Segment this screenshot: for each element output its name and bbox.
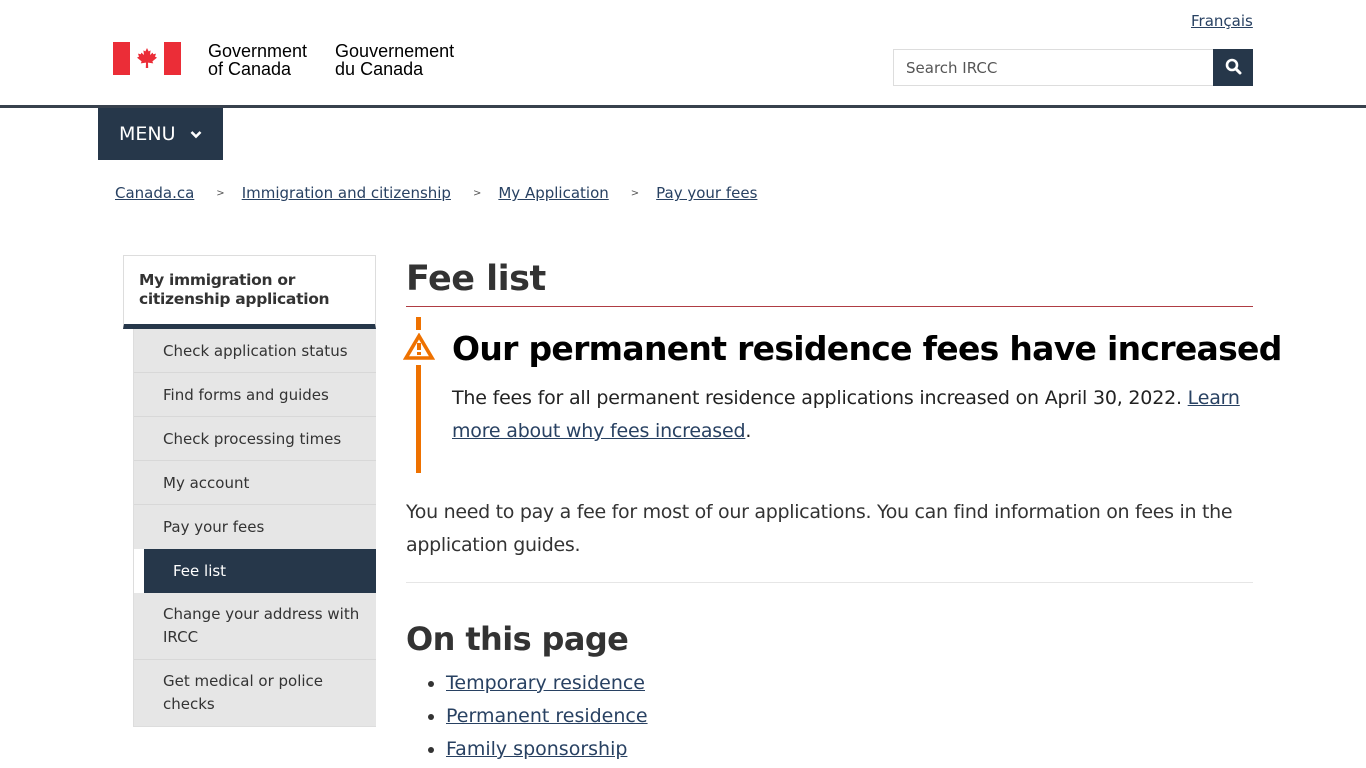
sidebar-item-check-status[interactable]: Check application status [134,329,376,373]
chevron-down-icon [190,130,202,139]
sidebar-item-my-account[interactable]: My account [134,461,376,505]
warning-alert: Our permanent residence fees have increa… [402,317,1282,473]
breadcrumb-pay-fees[interactable]: Pay your fees [656,184,757,202]
site-header: Government of Canada Gouvernement du Can… [0,0,1366,108]
sidebar-item-change-address[interactable]: Change your address with IRCC [134,593,376,660]
goc-logo[interactable]: Government of Canada Gouvernement du Can… [113,42,454,78]
alert-border-top [416,317,421,330]
breadcrumb-separator: > [216,187,225,199]
search-input[interactable] [893,49,1213,86]
section-menu-heading[interactable]: My immigration or citizenship applicatio… [123,255,376,329]
sidebar-item-fee-list[interactable]: Fee list [144,549,376,593]
list-item: Family sponsorship [446,733,1253,766]
warning-icon [402,332,436,365]
on-this-page-list: Temporary residence Permanent residence … [446,667,1253,766]
breadcrumb-canada[interactable]: Canada.ca [115,184,194,202]
wordmark-french: Gouvernement du Canada [335,42,454,78]
sidebar-item-pay-fees[interactable]: Pay your fees [134,505,376,549]
sidebar-item-forms-guides[interactable]: Find forms and guides [134,373,376,417]
section-menu-list: Check application status Find forms and … [133,329,376,727]
toc-link-family-sponsorship[interactable]: Family sponsorship [446,738,627,760]
canada-flag-icon [113,42,181,75]
breadcrumb-immigration[interactable]: Immigration and citizenship [242,184,451,202]
language-toggle-link[interactable]: Français [1191,12,1253,30]
menu-button[interactable]: MENU [98,108,223,160]
sidebar-item-processing-times[interactable]: Check processing times [134,417,376,461]
alert-body: The fees for all permanent residence app… [452,387,1188,409]
menu-label: MENU [119,123,176,145]
breadcrumb-separator: > [472,187,482,199]
alert-heading: Our permanent residence fees have increa… [452,329,1282,368]
breadcrumb-my-application[interactable]: My Application [498,184,608,202]
wordmark-en-line2: of Canada [208,59,292,79]
alert-period: . [745,420,752,442]
list-item: Permanent residence [446,700,1253,733]
on-this-page-heading: On this page [406,620,629,658]
alert-border [416,365,421,473]
sidebar-item-medical-police[interactable]: Get medical or police checks [134,660,376,727]
toc-link-temporary-residence[interactable]: Temporary residence [446,672,645,694]
page-title: Fee list [406,255,1253,307]
intro-paragraph: You need to pay a fee for most of our ap… [406,496,1253,583]
list-item: Temporary residence [446,667,1253,700]
search-form [893,49,1253,86]
search-icon [1225,58,1242,78]
wordmark-fr-line2: du Canada [335,59,424,79]
main-content: Fee list Our permanent residence fees ha… [402,255,1282,766]
wordmark-en-line1: Government [208,41,308,61]
sidebar-active-row: Fee list [134,549,376,593]
search-button[interactable] [1213,49,1253,86]
toc-link-permanent-residence[interactable]: Permanent residence [446,705,648,727]
wordmark-fr-line1: Gouvernement [335,41,455,61]
alert-text: The fees for all permanent residence app… [452,382,1252,448]
breadcrumb: Canada.ca > Immigration and citizenship … [115,184,757,202]
wordmark-english: Government of Canada [208,42,307,78]
section-menu: My immigration or citizenship applicatio… [123,255,376,727]
breadcrumb-separator: > [630,187,640,199]
